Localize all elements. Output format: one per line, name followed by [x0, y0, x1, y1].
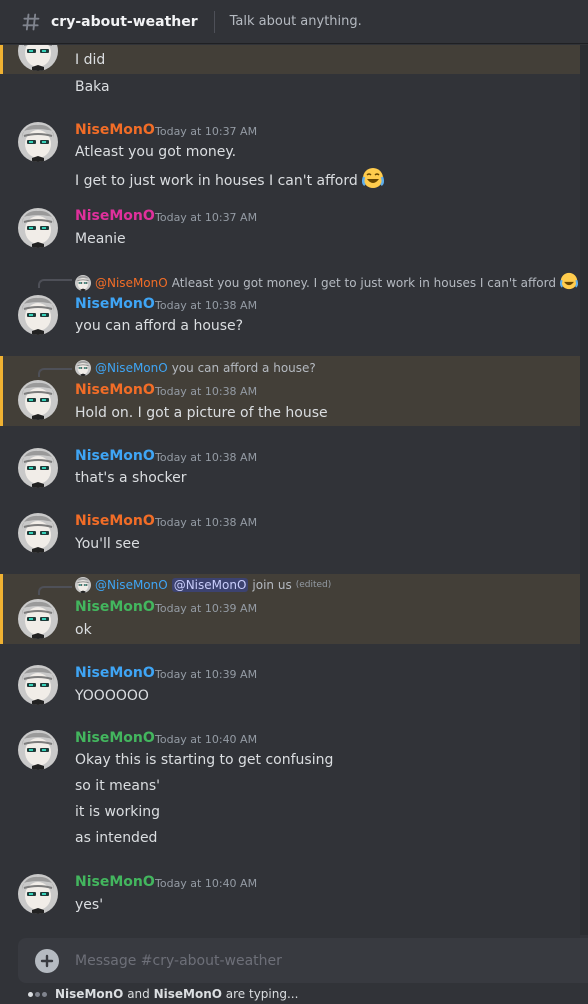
message-line: as intended	[75, 830, 158, 846]
message-line: Atleast you got money.	[75, 144, 237, 160]
header-divider	[213, 10, 215, 33]
message-line: Meanie	[75, 231, 126, 247]
avatar[interactable]	[18, 295, 58, 335]
reply-author[interactable]: @NiseMonO	[95, 361, 168, 375]
avatar[interactable]	[18, 380, 58, 420]
message-line: ok	[75, 622, 92, 638]
reply-spine	[38, 586, 72, 595]
mini-avatar	[75, 274, 91, 291]
message-item[interactable]: @NiseMonO @NiseMonO join us (edited) Nis…	[0, 574, 580, 644]
timestamp[interactable]: Today at 10:38 AM	[155, 299, 257, 312]
avatar[interactable]	[18, 874, 58, 914]
typing-indicator: NiseMonO and NiseMonO are typing...	[28, 987, 299, 1001]
username[interactable]: NiseMonO	[75, 599, 155, 615]
timestamp[interactable]: Today at 10:37 AM	[155, 125, 257, 138]
message-line: Baka	[75, 79, 110, 95]
typing-dots-icon	[28, 991, 49, 997]
reply-reference[interactable]: @NiseMonO Atleast you got money. I get t…	[75, 272, 579, 293]
username[interactable]: NiseMonO	[75, 874, 155, 890]
avatar[interactable]	[18, 448, 58, 488]
message-item[interactable]: I did	[0, 45, 580, 74]
message-line: it is working	[75, 804, 160, 820]
message-list: I did Baka NiseMonO Today at 10:37 AM At…	[0, 45, 580, 935]
avatar[interactable]	[18, 513, 58, 553]
joy-emoji-icon[interactable]	[362, 167, 385, 193]
message-line: You'll see	[75, 536, 140, 552]
timestamp[interactable]: Today at 10:40 AM	[155, 877, 257, 890]
channel-header: cry-about-weather Talk about anything.	[0, 0, 588, 44]
typing-user: NiseMonO	[55, 987, 124, 1001]
scrollbar[interactable]	[580, 45, 588, 935]
message-item[interactable]: NiseMonO Today at 10:39 AM YOOOOOO	[0, 660, 580, 710]
message-text: I get to just work in houses I can't aff…	[75, 173, 358, 189]
reply-author[interactable]: @NiseMonO	[95, 276, 168, 290]
message-item[interactable]: NiseMonO Today at 10:40 AM Okay this is …	[0, 725, 580, 853]
mention-pill[interactable]: @NiseMonO	[171, 578, 249, 592]
username[interactable]: NiseMonO	[75, 296, 155, 312]
message-line: YOOOOOO	[75, 688, 149, 704]
username[interactable]: NiseMonO	[75, 208, 155, 224]
avatar[interactable]	[18, 208, 58, 248]
reply-spine	[38, 279, 72, 288]
mini-avatar	[75, 360, 91, 376]
reply-text: join us	[252, 578, 292, 592]
avatar[interactable]	[18, 122, 58, 162]
timestamp[interactable]: Today at 10:38 AM	[155, 385, 257, 398]
reply-reference[interactable]: @NiseMonO @NiseMonO join us (edited)	[75, 577, 331, 593]
message-item[interactable]: NiseMonO Today at 10:37 AM Meanie	[0, 203, 580, 251]
mini-avatar	[75, 577, 91, 593]
edited-label: (edited)	[295, 580, 332, 590]
joy-emoji-icon	[559, 272, 579, 293]
message-line: Okay this is starting to get confusing	[75, 752, 334, 768]
message-line: that's a shocker	[75, 470, 187, 486]
message-composer	[18, 938, 588, 983]
reply-text: you can afford a house?	[171, 361, 316, 375]
message-line: I get to just work in houses I can't aff…	[75, 167, 385, 193]
reply-author[interactable]: @NiseMonO	[95, 578, 168, 592]
timestamp[interactable]: Today at 10:37 AM	[155, 211, 257, 224]
message-line: Hold on. I got a picture of the house	[75, 405, 328, 421]
typing-suffix: are typing...	[221, 987, 299, 1001]
username[interactable]: NiseMonO	[75, 448, 155, 464]
timestamp[interactable]: Today at 10:39 AM	[155, 602, 257, 615]
username[interactable]: NiseMonO	[75, 513, 155, 529]
message-line: so it means'	[75, 778, 160, 794]
username[interactable]: NiseMonO	[75, 122, 155, 138]
message-input[interactable]	[75, 952, 515, 969]
message-line: I did	[75, 52, 106, 68]
typing-joiner: and	[123, 987, 154, 1001]
avatar[interactable]	[18, 45, 58, 71]
timestamp[interactable]: Today at 10:40 AM	[155, 733, 257, 746]
avatar[interactable]	[18, 599, 58, 639]
channel-topic[interactable]: Talk about anything.	[230, 14, 362, 29]
message-item[interactable]: @NiseMonO you can afford a house? NiseMo…	[0, 356, 580, 426]
message-item[interactable]: @NiseMonO Atleast you got money. I get t…	[0, 269, 580, 345]
message-line: you can afford a house?	[75, 318, 244, 334]
reply-text: Atleast you got money. I get to just wor…	[171, 275, 556, 290]
message-item[interactable]: NiseMonO Today at 10:38 AM You'll see	[0, 508, 580, 558]
timestamp[interactable]: Today at 10:38 AM	[155, 516, 257, 529]
add-attachment-icon[interactable]	[35, 948, 59, 973]
avatar[interactable]	[18, 665, 58, 705]
channel-name[interactable]: cry-about-weather	[51, 14, 198, 30]
reply-reference[interactable]: @NiseMonO you can afford a house?	[75, 360, 316, 376]
timestamp[interactable]: Today at 10:39 AM	[155, 668, 257, 681]
message-item[interactable]: Baka	[0, 74, 580, 104]
typing-user: NiseMonO	[153, 987, 222, 1001]
message-line: yes'	[75, 897, 104, 913]
reply-spine	[38, 368, 72, 377]
avatar[interactable]	[18, 730, 58, 770]
message-item[interactable]: NiseMonO Today at 10:37 AM Atleast you g…	[0, 117, 580, 189]
message-item[interactable]: NiseMonO Today at 10:38 AM that's a shoc…	[0, 443, 580, 493]
username[interactable]: NiseMonO	[75, 382, 155, 398]
username[interactable]: NiseMonO	[75, 665, 155, 681]
timestamp[interactable]: Today at 10:38 AM	[155, 451, 257, 464]
username[interactable]: NiseMonO	[75, 730, 155, 746]
message-item[interactable]: NiseMonO Today at 10:40 AM yes'	[0, 869, 580, 919]
hashtag-icon	[20, 11, 42, 33]
